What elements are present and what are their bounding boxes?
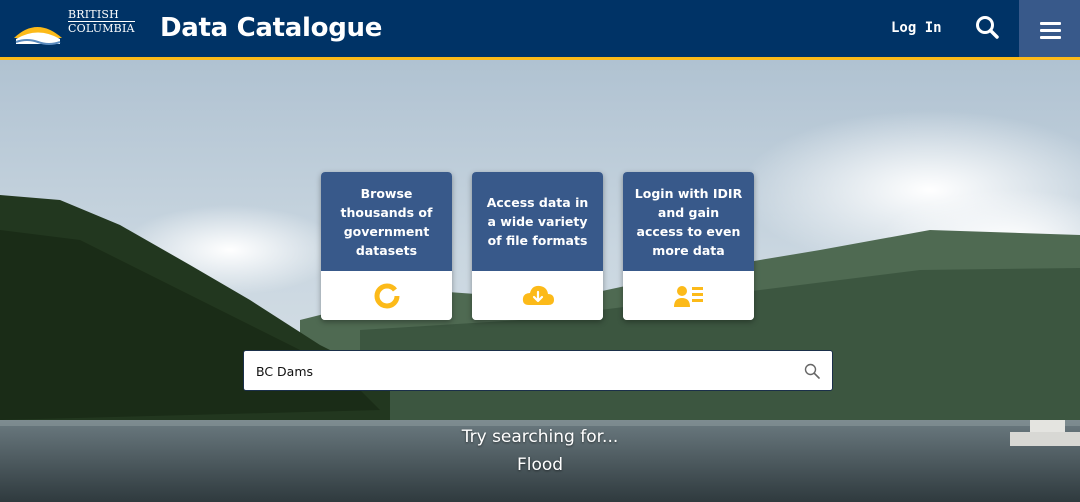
feature-card-label: Browse thousands of government datasets — [321, 172, 452, 271]
suggestion-link[interactable]: Flood — [0, 455, 1080, 475]
page: BRITISH COLUMBIA Data Catalogue Log In B… — [0, 0, 1080, 502]
cloud-download-icon — [522, 285, 554, 305]
bc-logo-wordmark: BRITISH COLUMBIA — [68, 9, 135, 35]
logo-line-columbia: COLUMBIA — [68, 21, 135, 35]
header-search-button[interactable] — [972, 12, 1004, 44]
suggestions-heading: Try searching for... — [461, 427, 619, 447]
feature-card-label: Login with IDIR and gain access to even … — [623, 172, 754, 271]
feature-card-browse[interactable]: Browse thousands of government datasets — [321, 172, 452, 320]
site-header: BRITISH COLUMBIA Data Catalogue Log In — [0, 0, 1080, 60]
dataset-search-input[interactable] — [254, 351, 798, 392]
user-list-icon — [673, 285, 703, 307]
search-icon — [976, 16, 999, 39]
dataset-search-box[interactable] — [243, 350, 833, 392]
site-title[interactable]: Data Catalogue — [160, 11, 382, 45]
feature-card-login[interactable]: Login with IDIR and gain access to even … — [623, 172, 754, 320]
feature-card-label: Access data in a wide variety of file fo… — [472, 172, 603, 271]
login-link[interactable]: Log In — [891, 20, 942, 36]
logo-line-british: BRITISH — [68, 8, 119, 21]
search-icon[interactable] — [804, 363, 820, 379]
feature-card-formats[interactable]: Access data in a wide variety of file fo… — [472, 172, 603, 320]
menu-button[interactable] — [1019, 0, 1080, 57]
ring-chart-icon — [374, 283, 399, 308]
